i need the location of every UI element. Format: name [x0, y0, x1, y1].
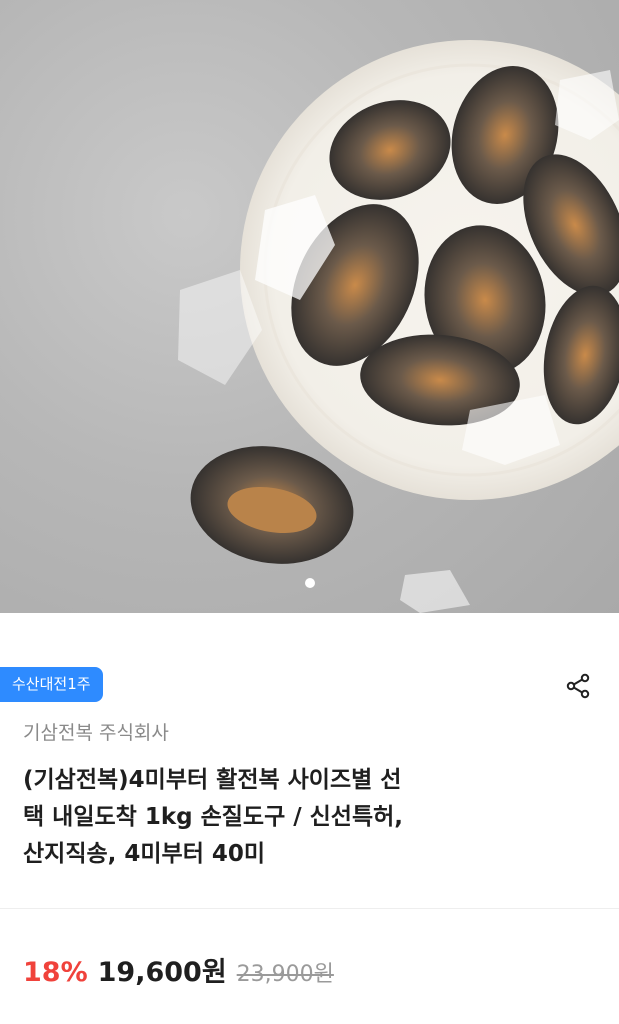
- divider: [0, 908, 619, 909]
- product-image[interactable]: [0, 0, 619, 613]
- share-button[interactable]: [562, 670, 594, 702]
- carousel-indicator: [0, 578, 619, 588]
- sale-price: 19,600원: [97, 957, 227, 988]
- product-title-line: (기삼전복)4미부터 활전복 사이즈별 선: [23, 767, 402, 793]
- seller-name[interactable]: 기삼전복 주식회사: [23, 718, 169, 745]
- discount-rate: 18%: [23, 957, 88, 988]
- original-price: 23,900원: [236, 962, 334, 987]
- share-icon: [566, 673, 590, 699]
- product-title: (기삼전복)4미부터 활전복 사이즈별 선 택 내일도착 1kg 손질도구 / …: [23, 762, 533, 873]
- spacer: [0, 613, 619, 667]
- carousel-dot-active[interactable]: [304, 578, 315, 588]
- price-row: 18% 19,600원 23,900원: [23, 950, 334, 989]
- product-title-line: 산지직송, 4미부터 40미: [23, 841, 266, 867]
- product-title-line: 택 내일도착 1kg 손질도구 / 신선특허,: [23, 804, 404, 830]
- product-photo: [178, 40, 619, 613]
- event-badge: 수산대전1주: [0, 667, 103, 702]
